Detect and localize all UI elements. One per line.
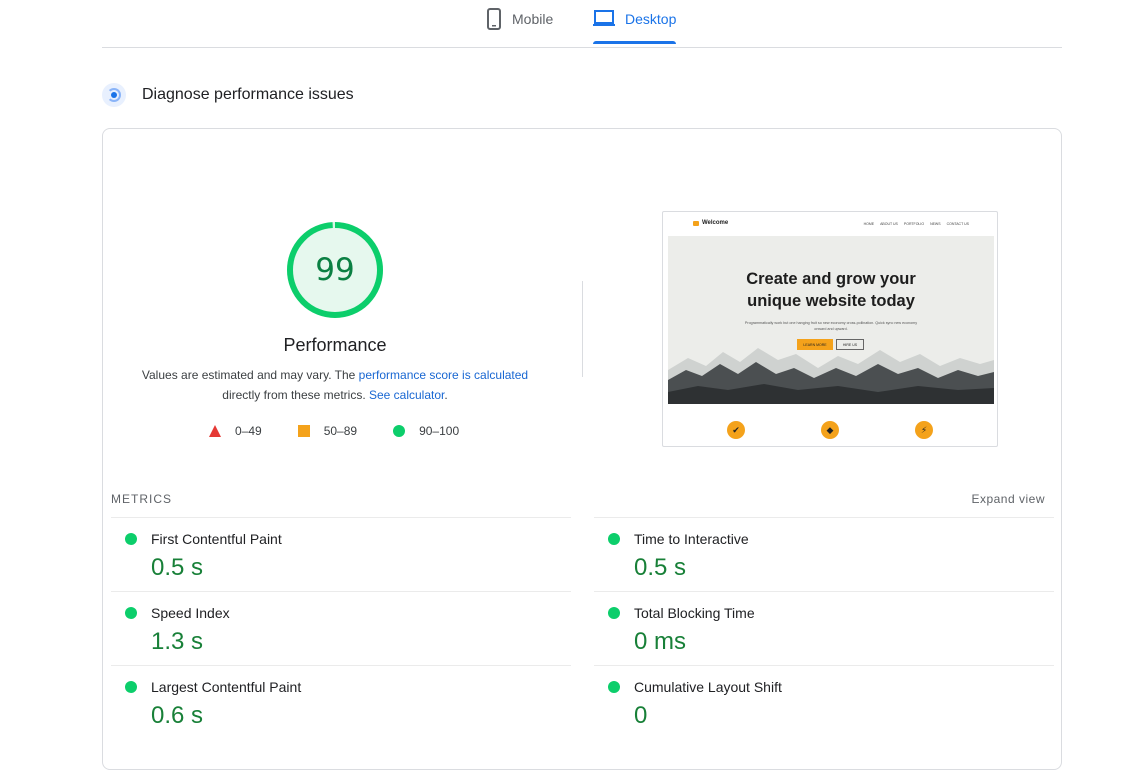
vertical-divider	[582, 281, 583, 377]
pass-circle-icon	[608, 533, 620, 545]
screenshot-menu: HOME ABOUT US PORTFOLIO NEWS CONTACT US	[864, 222, 969, 226]
diagnose-title: Diagnose performance issues	[142, 86, 354, 103]
note-text-1: Values are estimated and may vary. The	[141, 368, 359, 382]
metric-largest-contentful-paint: Largest Contentful Paint 0.6 s	[111, 665, 571, 739]
screenshot-features: ✔ ◆ ⚡	[663, 420, 997, 440]
diagnose-header: Diagnose performance issues	[102, 83, 354, 107]
legend-pass: 90–100	[393, 424, 459, 438]
metric-name: Cumulative Layout Shift	[634, 679, 782, 695]
metric-name: Speed Index	[151, 605, 230, 621]
screenshot-nav: Welcome HOME ABOUT US PORTFOLIO NEWS CON…	[663, 212, 997, 236]
triangle-icon	[209, 425, 221, 437]
logo-icon	[693, 220, 699, 226]
metric-name: Largest Contentful Paint	[151, 679, 302, 695]
screenshot-headline: Create and grow your unique website toda…	[668, 268, 994, 312]
metric-time-to-interactive: Time to Interactive 0.5 s	[594, 517, 1054, 591]
screenshot-menu-item: CONTACT US	[946, 222, 969, 226]
check-icon: ✔	[727, 421, 745, 439]
legend-fail-label: 0–49	[235, 424, 262, 438]
screenshot-logo: Welcome	[693, 220, 728, 226]
tab-mobile-label: Mobile	[512, 11, 554, 27]
page-screenshot: Welcome HOME ABOUT US PORTFOLIO NEWS CON…	[662, 211, 998, 447]
screenshot-menu-item: HOME	[863, 222, 875, 226]
screenshot-menu-item: ABOUT US	[880, 222, 898, 226]
pass-circle-icon	[608, 607, 620, 619]
performance-card: 99 Performance Values are estimated and …	[102, 128, 1062, 770]
metric-value: 0.5 s	[151, 554, 204, 581]
metrics-header: METRICS	[111, 492, 172, 506]
note-text-3: .	[444, 388, 448, 402]
metric-value: 0.5 s	[634, 554, 687, 581]
circle-icon	[393, 425, 406, 437]
metric-name: First Contentful Paint	[151, 531, 282, 547]
tab-desktop-label: Desktop	[625, 11, 677, 27]
pass-circle-icon	[125, 607, 137, 619]
metrics-right-column: Time to Interactive 0.5 s Total Blocking…	[594, 517, 1054, 739]
expand-view-button[interactable]: Expand view	[971, 492, 1045, 506]
pass-circle-icon	[125, 533, 137, 545]
performance-note: Values are estimated and may vary. The p…	[125, 365, 545, 405]
legend-average: 50–89	[297, 424, 358, 438]
metric-first-contentful-paint: First Contentful Paint 0.5 s	[111, 517, 571, 591]
performance-score: 99	[315, 252, 355, 288]
performance-gauge: 99	[286, 221, 384, 319]
metric-cumulative-layout-shift: Cumulative Layout Shift 0	[594, 665, 1054, 739]
screenshot-logo-text: Welcome	[702, 220, 729, 226]
metric-name: Total Blocking Time	[634, 605, 755, 621]
legend-fail: 0–49	[209, 424, 262, 438]
screenshot-menu-item: NEWS	[930, 222, 941, 226]
square-icon	[297, 425, 310, 437]
tab-desktop[interactable]: Desktop	[593, 8, 677, 44]
metric-total-blocking-time: Total Blocking Time 0 ms	[594, 591, 1054, 665]
pass-circle-icon	[125, 681, 137, 693]
screenshot-subtext: Programmatically work but one hanging fr…	[744, 321, 918, 331]
metric-value: 0	[634, 702, 648, 729]
pass-circle-icon	[608, 681, 620, 693]
legend-pass-label: 90–100	[419, 424, 460, 438]
gem-icon: ◆	[821, 421, 839, 439]
metric-value: 0.6 s	[151, 702, 204, 729]
mountain-image	[668, 348, 994, 404]
note-text-2: directly from these metrics.	[222, 388, 369, 402]
phone-icon	[486, 8, 502, 33]
lighthouse-icon	[102, 83, 126, 107]
tab-mobile[interactable]: Mobile	[486, 8, 553, 44]
bolt-icon: ⚡	[915, 421, 933, 439]
metric-value: 0 ms	[634, 628, 687, 655]
device-tabs: Mobile Desktop	[102, 0, 1062, 48]
screenshot-menu-item: PORTFOLIO	[903, 222, 925, 226]
see-calculator-link[interactable]: See calculator	[369, 388, 444, 402]
performance-title: Performance	[283, 335, 387, 355]
screenshot-hero: Create and grow your unique website toda…	[668, 236, 994, 404]
score-legend: 0–49 50–89 90–100	[209, 424, 495, 438]
headline-line-2: unique website today	[747, 292, 915, 310]
metric-name: Time to Interactive	[634, 531, 749, 547]
metric-speed-index: Speed Index 1.3 s	[111, 591, 571, 665]
legend-average-label: 50–89	[323, 424, 358, 438]
metrics-left-column: First Contentful Paint 0.5 s Speed Index…	[111, 517, 571, 739]
metric-value: 1.3 s	[151, 628, 204, 655]
performance-score-link[interactable]: performance score is calculated	[359, 368, 528, 382]
headline-line-1: Create and grow your	[746, 270, 916, 288]
laptop-icon	[593, 8, 615, 31]
